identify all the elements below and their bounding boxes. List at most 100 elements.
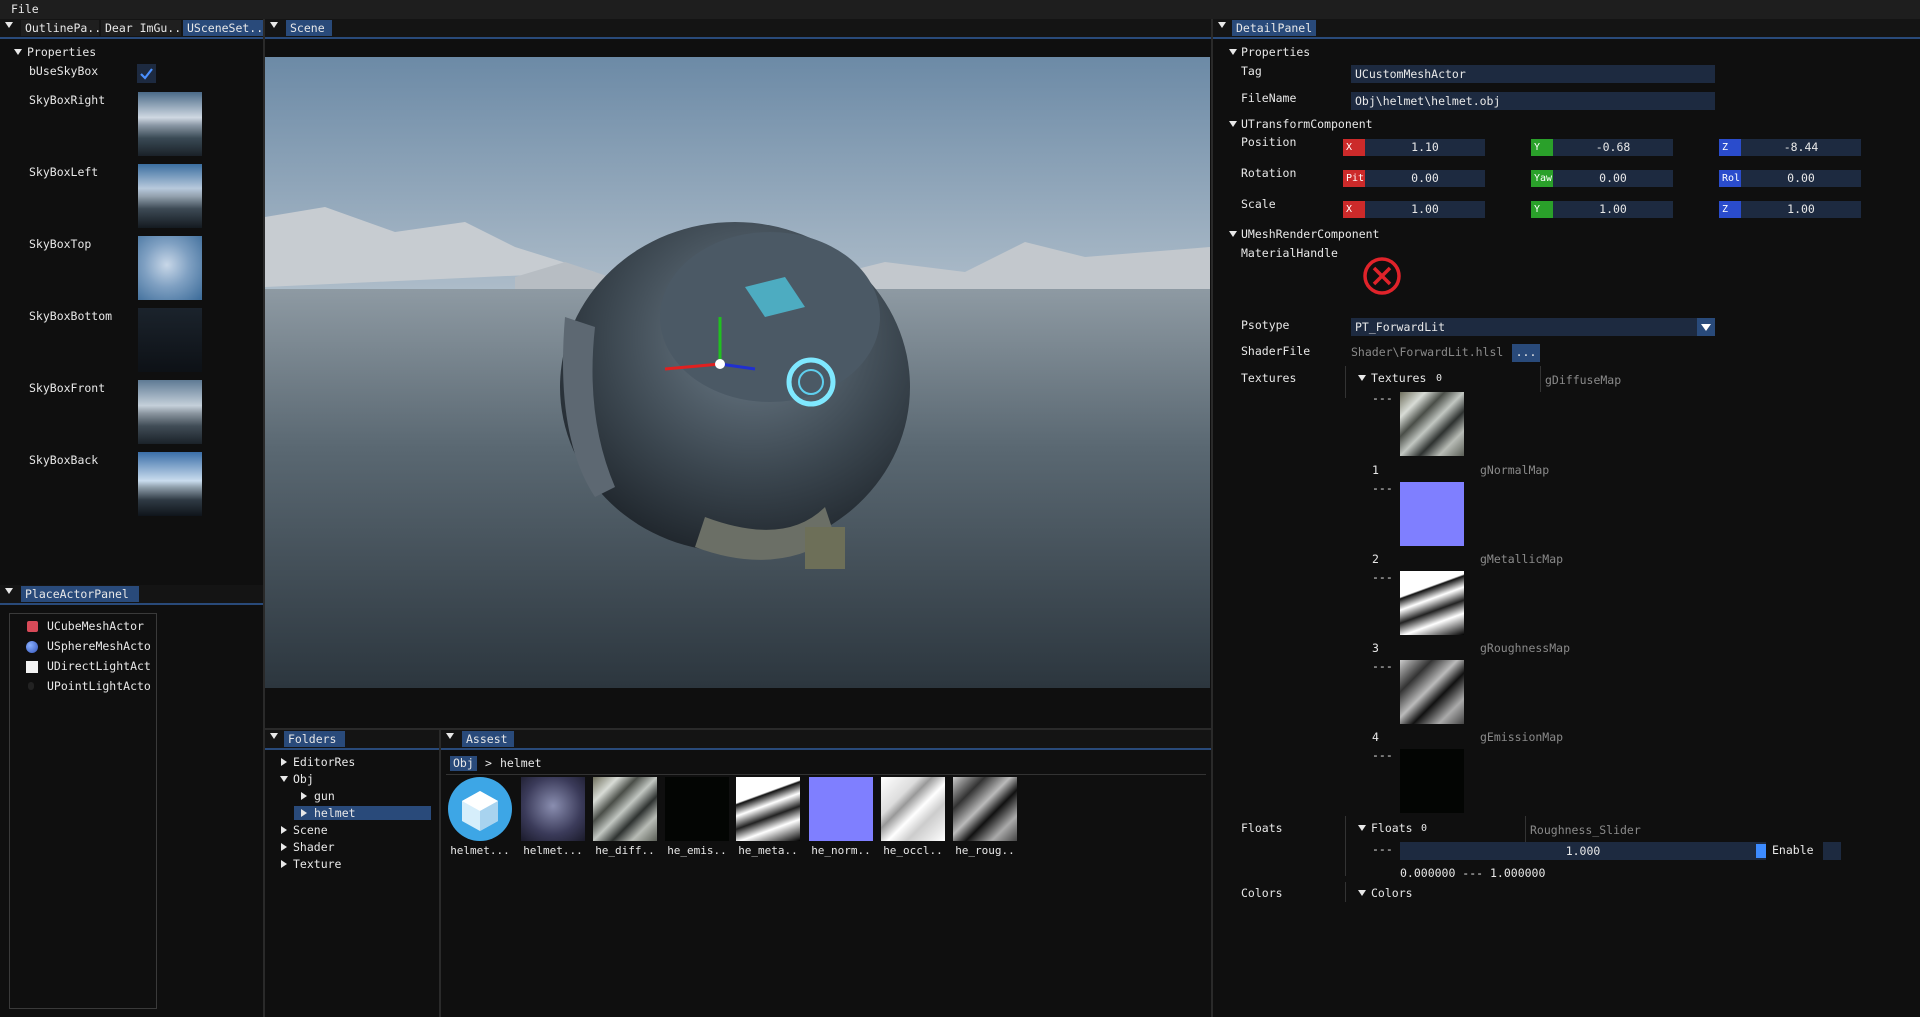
expand-arrow-icon[interactable] — [281, 826, 287, 834]
texture-thumbnail[interactable] — [1400, 482, 1464, 546]
asset-name[interactable]: he_norm.. — [805, 844, 877, 857]
collapse-icon[interactable] — [446, 733, 454, 739]
asset-name[interactable]: helmet... — [517, 844, 589, 857]
texture-icon[interactable] — [881, 777, 945, 841]
textures-header[interactable]: Textures — [1371, 371, 1426, 385]
properties-header[interactable]: Properties — [1241, 45, 1310, 59]
folder-shader[interactable]: Shader — [293, 840, 335, 854]
viewport-render — [265, 57, 1210, 688]
expand-arrow-icon[interactable] — [281, 860, 287, 868]
skybox-right-thumbnail[interactable] — [138, 92, 202, 156]
collapse-arrow-icon[interactable] — [280, 776, 288, 782]
tab-outline[interactable]: OutlinePa.. — [21, 20, 99, 36]
mesh-icon[interactable] — [448, 777, 512, 841]
tab-folders[interactable]: Folders — [284, 731, 345, 747]
tag-input[interactable]: UCustomMeshActor — [1351, 65, 1715, 83]
psotype-dropdown[interactable]: PT_ForwardLit — [1351, 318, 1697, 336]
mesh-render-header[interactable]: UMeshRenderComponent — [1241, 227, 1379, 241]
actor-direct-light[interactable]: UDirectLightAct — [47, 659, 151, 673]
material-icon[interactable] — [521, 777, 585, 841]
texture-thumbnail[interactable] — [1400, 571, 1464, 635]
folder-texture[interactable]: Texture — [293, 857, 341, 871]
expand-arrow-icon[interactable] — [281, 758, 287, 766]
texture-icon[interactable] — [953, 777, 1017, 841]
tab-scene[interactable]: Scene — [286, 20, 332, 36]
position-x-input[interactable]: 1.10 — [1365, 139, 1485, 156]
rotation-yaw-input[interactable]: 0.00 — [1553, 170, 1673, 187]
tab-scene-settings[interactable]: USceneSet.. — [183, 20, 264, 36]
tab-assets[interactable]: Assest — [462, 731, 514, 747]
skybox-back-thumbnail[interactable] — [138, 452, 202, 516]
file-menu[interactable]: File — [11, 2, 39, 16]
collapse-icon[interactable] — [270, 733, 278, 739]
roughness-slider[interactable]: 1.000 — [1400, 842, 1766, 860]
texture-icon[interactable] — [665, 777, 729, 841]
breadcrumb-root[interactable]: Obj — [450, 756, 477, 771]
texture-thumbnail[interactable] — [1400, 392, 1464, 456]
collapse-icon[interactable] — [270, 22, 278, 28]
error-icon[interactable] — [1362, 256, 1402, 296]
expand-icon[interactable] — [14, 49, 22, 55]
folder-helmet[interactable]: helmet — [314, 806, 356, 820]
expand-icon[interactable] — [1358, 375, 1366, 381]
texture-icon[interactable] — [809, 777, 873, 841]
cube-icon — [27, 621, 38, 632]
texture-dash: --- — [1372, 481, 1393, 495]
actor-cube-mesh[interactable]: UCubeMeshActor — [47, 619, 144, 633]
expand-icon[interactable] — [1229, 231, 1237, 237]
scale-y-input[interactable]: 1.00 — [1553, 201, 1673, 218]
actor-sphere-mesh[interactable]: USphereMeshActo — [47, 639, 151, 653]
position-z-input[interactable]: -8.44 — [1741, 139, 1861, 156]
tab-place-actor[interactable]: PlaceActorPanel — [21, 586, 139, 602]
asset-name[interactable]: helmet... — [444, 844, 516, 857]
actor-point-light[interactable]: UPointLightActo — [47, 679, 151, 693]
collapse-icon[interactable] — [5, 588, 13, 594]
chevron-down-icon[interactable] — [1697, 318, 1715, 336]
position-y-input[interactable]: -0.68 — [1553, 139, 1673, 156]
texture-thumbnail[interactable] — [1400, 660, 1464, 724]
use-skybox-checkbox[interactable] — [137, 64, 156, 83]
collapse-icon[interactable] — [1218, 22, 1226, 28]
folder-gun[interactable]: gun — [314, 789, 335, 803]
rotation-pitch-input[interactable]: 0.00 — [1365, 170, 1485, 187]
browse-button[interactable]: ... — [1512, 344, 1540, 362]
skybox-top-thumbnail[interactable] — [138, 236, 202, 300]
folder-editorres[interactable]: EditorRes — [293, 755, 355, 769]
expand-arrow-icon[interactable] — [281, 843, 287, 851]
scene-viewport[interactable] — [265, 57, 1210, 688]
texture-thumbnail[interactable] — [1400, 749, 1464, 813]
expand-icon[interactable] — [1229, 49, 1237, 55]
enable-checkbox[interactable] — [1823, 842, 1841, 860]
tab-dear-imgui[interactable]: Dear ImGu.. — [101, 20, 181, 36]
asset-name[interactable]: he_emis.. — [661, 844, 733, 857]
expand-arrow-icon[interactable] — [301, 809, 307, 817]
skybox-left-thumbnail[interactable] — [138, 164, 202, 228]
asset-name[interactable]: he_diff.. — [589, 844, 661, 857]
texture-icon[interactable] — [593, 777, 657, 841]
properties-header[interactable]: Properties — [27, 45, 96, 59]
filename-input[interactable]: Obj\helmet\helmet.obj — [1351, 92, 1715, 110]
scale-x-input[interactable]: 1.00 — [1365, 201, 1485, 218]
scale-z-input[interactable]: 1.00 — [1741, 201, 1861, 218]
folder-scene[interactable]: Scene — [293, 823, 328, 837]
expand-arrow-icon[interactable] — [301, 792, 307, 800]
colors-header[interactable]: Colors — [1371, 886, 1413, 900]
texture-icon[interactable] — [736, 777, 800, 841]
skybox-front-thumbnail[interactable] — [138, 380, 202, 444]
skybox-bottom-label: SkyBoxBottom — [29, 309, 113, 323]
transform-header[interactable]: UTransformComponent — [1241, 117, 1373, 131]
asset-name[interactable]: he_meta.. — [732, 844, 804, 857]
skybox-bottom-thumbnail[interactable] — [138, 308, 202, 372]
rotation-roll-input[interactable]: 0.00 — [1741, 170, 1861, 187]
expand-icon[interactable] — [1358, 890, 1366, 896]
expand-icon[interactable] — [1358, 825, 1366, 831]
texture-name: gEmissionMap — [1480, 730, 1564, 744]
floats-header[interactable]: Floats — [1371, 821, 1413, 835]
collapse-icon[interactable] — [5, 22, 13, 28]
folder-obj[interactable]: Obj — [293, 772, 314, 786]
expand-icon[interactable] — [1229, 121, 1237, 127]
asset-name[interactable]: he_occl.. — [877, 844, 949, 857]
tab-detail[interactable]: DetailPanel — [1232, 20, 1316, 36]
breadcrumb-current[interactable]: helmet — [500, 756, 542, 770]
asset-name[interactable]: he_roug.. — [949, 844, 1021, 857]
